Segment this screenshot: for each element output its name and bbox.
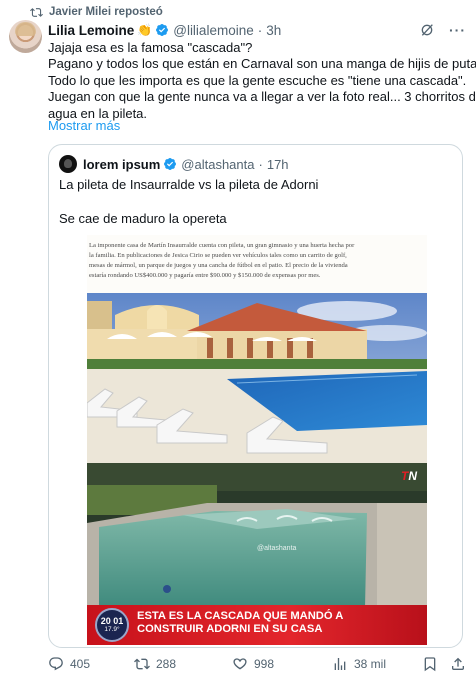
bookmark-icon[interactable] [422, 656, 438, 672]
quote-text-line: La pileta de Insaurralde vs la pileta de… [59, 177, 319, 192]
reply-icon [49, 657, 63, 671]
tn-logo-n: N [408, 469, 417, 483]
quote-body: La pileta de Insaurralde vs la pileta de… [59, 177, 318, 228]
quote-time[interactable]: 17h [267, 157, 289, 172]
news-video[interactable]: TN @altashanta 20 01 17.9° ESTA ES LA CA… [87, 463, 427, 645]
tweet-time[interactable]: 3h [266, 23, 281, 38]
banner-line: CONSTRUIR ADORNI EN SU CASA [137, 623, 323, 635]
clock-temperature: 17.9° [104, 626, 120, 633]
tweet-text-line: Todo lo que les importa es que la gente … [48, 72, 467, 88]
clock-time: 20 01 [100, 616, 124, 626]
quote-author-handle[interactable]: @altashanta [181, 157, 254, 172]
mansion-pool-photo [87, 293, 427, 463]
repost-header[interactable]: Javier Milei reposteó [30, 4, 163, 20]
separator-dot: · [257, 22, 263, 38]
repost-label: Javier Milei reposteó [49, 6, 163, 18]
quoted-tweet[interactable]: lorem ipsum @altashanta · 17h La pileta … [48, 144, 463, 648]
repost-icon [30, 7, 43, 17]
article-clipping: La imponente casa de Martín Insaurralde … [87, 235, 427, 293]
tweet-actions-bar: 405 288 998 38 mil [48, 654, 466, 674]
grok-icon[interactable] [419, 22, 435, 38]
repost-button[interactable]: 288 [134, 656, 232, 672]
news-lower-third: 20 01 17.9° ESTA ES LA CASCADA QUE MANDÓ… [87, 605, 427, 645]
heart-icon [233, 658, 247, 670]
tweet-text-line: Pagano y todos los que están en Carnaval… [48, 56, 476, 72]
quote-media[interactable]: La imponente casa de Martín Insaurralde … [87, 235, 427, 645]
article-line: estaría rondando US$400.000 y pagaría en… [89, 272, 321, 279]
more-options-button[interactable]: ··· [449, 22, 466, 38]
quote-header: lorem ipsum @altashanta · 17h [59, 155, 289, 173]
show-more-link[interactable]: Mostrar más [48, 118, 120, 133]
news-banner-text: ESTA ES LA CASCADA QUE MANDÓ A CONSTRUIR… [137, 610, 343, 636]
repost-count: 288 [156, 657, 177, 671]
like-button[interactable]: 998 [232, 656, 332, 672]
article-line: La imponente casa de Martín Insaurralde … [89, 242, 355, 249]
video-watermark: @altashanta [257, 545, 297, 552]
quote-text-line: Se cae de maduro la opereta [59, 211, 227, 227]
author-name[interactable]: Lilia Lemoine [48, 23, 134, 38]
tn-channel-logo: TN [401, 469, 417, 483]
tweet-header: Lilia Lemoine 👏 @lilialemoine · 3h ··· [48, 20, 466, 40]
clapping-emoji: 👏 [137, 23, 153, 37]
quote-author-name[interactable]: lorem ipsum [83, 157, 160, 172]
author-avatar[interactable] [9, 20, 42, 53]
views-chart-icon [334, 658, 346, 670]
views-count: 38 mil [354, 657, 387, 671]
tweet-body: Jajaja esa es la famosa "cascada"? Pagan… [48, 40, 476, 122]
reply-count: 405 [70, 657, 91, 671]
article-line: mesas de mármol, un parque de juegos y u… [89, 262, 348, 269]
tweet-text-line: Juegan con que la gente nunca va a llega… [48, 89, 476, 105]
channel-clock-badge: 20 01 17.9° [95, 608, 129, 642]
banner-line: ESTA ES LA CASCADA QUE MANDÓ A [137, 610, 344, 622]
verified-badge-icon[interactable] [155, 23, 169, 37]
mansion-pool-illustration [87, 293, 427, 463]
views-button[interactable]: 38 mil [332, 656, 422, 672]
reply-button[interactable]: 405 [48, 656, 134, 672]
share-icon[interactable] [450, 656, 466, 672]
quote-author-avatar[interactable] [59, 155, 77, 173]
repost-icon [134, 658, 150, 670]
article-line: la familia. En publicaciones de Jesica C… [89, 252, 347, 259]
author-handle[interactable]: @lilialemoine [173, 23, 254, 38]
like-count: 998 [254, 657, 275, 671]
separator-dot: · [258, 156, 263, 172]
tweet-text-line: Jajaja esa es la famosa "cascada"? [48, 40, 253, 55]
verified-badge-icon[interactable] [163, 157, 177, 171]
